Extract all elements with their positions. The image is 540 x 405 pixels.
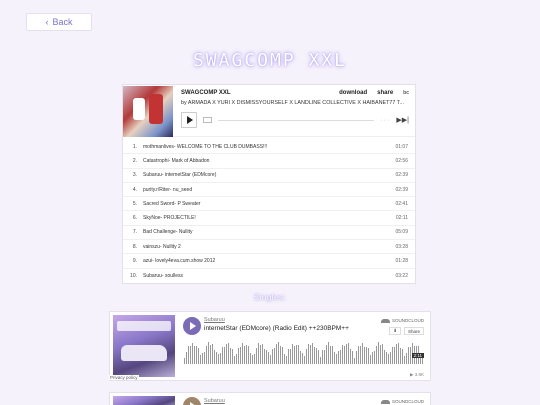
- download-button[interactable]: ⬇: [389, 327, 401, 335]
- track-num: 2.: [132, 157, 137, 164]
- progress-thumb[interactable]: [203, 117, 212, 123]
- track-row[interactable]: 2. Catastrophi- Mark of Abbadon 02:56: [123, 154, 415, 169]
- track-name: Bad Challenge- Nullity: [143, 229, 193, 236]
- download-link[interactable]: download: [339, 90, 367, 96]
- track-name: Subaruu- soulless: [143, 272, 184, 279]
- track-list: 1. mothmanlives- WELCOME TO THE CLUB DUMB…: [123, 137, 415, 283]
- singles-heading: Singles:: [253, 293, 287, 302]
- bandcamp-player: SWAGCOMP XXL download share bc by ARMADA…: [122, 84, 416, 284]
- chevron-left-icon: ‹: [45, 17, 49, 27]
- single-artist-link[interactable]: Subaruu: [204, 317, 225, 323]
- track-name: Catastrophi- Mark of Abbadon: [143, 157, 210, 164]
- soundcloud-logo[interactable]: SOUNDCLOUD: [380, 318, 424, 323]
- track-num: 8.: [132, 243, 137, 250]
- play-count: ▶ 3.8K: [410, 372, 424, 377]
- track-row[interactable]: 8. vainszu- Nullity 2 03:28: [123, 240, 415, 255]
- track-num: 1.: [132, 143, 137, 150]
- track-num: 3.: [132, 172, 137, 179]
- more-icon: ···: [380, 116, 391, 124]
- soundcloud-play-button-2[interactable]: [183, 397, 201, 405]
- track-name: mothmanlives- WELCOME TO THE CLUB DUMBAS…: [143, 143, 268, 150]
- track-num: 7.: [132, 229, 137, 236]
- waveform[interactable]: [184, 340, 426, 364]
- track-dur: 01:28: [395, 258, 408, 265]
- back-button[interactable]: ‹ Back: [26, 13, 92, 31]
- track-num: 4.: [132, 186, 137, 193]
- track-dur: 02:39: [395, 186, 408, 193]
- play-button[interactable]: [181, 112, 197, 128]
- duration-badge: 2:11: [411, 353, 424, 358]
- next-track-icon[interactable]: ▶▶|: [396, 116, 409, 124]
- soundcloud-embed-2: Subaruu SOUNDCLOUD: [109, 392, 431, 405]
- soundcloud-embed: Subaruu internetStar (EDMcore) (Radio Ed…: [109, 311, 431, 381]
- play-icon: [186, 116, 193, 124]
- track-row[interactable]: 6. SkyNoe- PROJECTILE! 02:11: [123, 211, 415, 226]
- track-row[interactable]: 1. mothmanlives- WELCOME TO THE CLUB DUMB…: [123, 140, 415, 155]
- back-label: Back: [52, 17, 73, 27]
- download-icon: ⬇: [393, 328, 397, 333]
- bandcamp-logo-icon[interactable]: bc: [403, 90, 409, 96]
- album-title[interactable]: SWAGCOMP XXL: [181, 90, 231, 96]
- track-name: Sacred Sword- P Sweater: [143, 200, 201, 207]
- track-dur: 03:22: [395, 272, 408, 279]
- track-dur: 02:41: [395, 200, 408, 207]
- soundcloud-logo-2[interactable]: SOUNDCLOUD: [380, 399, 424, 404]
- cloud-icon: [380, 318, 390, 323]
- album-byline: by ARMADA X YURI X DISMISSYOURSELF X LAN…: [181, 100, 404, 106]
- play-icon: [190, 322, 196, 330]
- single-artwork[interactable]: [113, 315, 175, 377]
- track-num: 6.: [132, 215, 137, 222]
- track-name: purity.r/Riter- nu_seed: [143, 186, 193, 193]
- track-num: 5.: [132, 200, 137, 207]
- track-row[interactable]: 5. Sacred Sword- P Sweater 02:41: [123, 197, 415, 212]
- track-name: vainszu- Nullity 2: [143, 243, 181, 250]
- track-name: Subaruu- internetStar (EDMcore): [143, 172, 217, 179]
- track-dur: 01:07: [395, 143, 408, 150]
- track-num: 9.: [132, 258, 137, 265]
- share-link[interactable]: share: [377, 90, 393, 96]
- track-dur: 05:09: [395, 229, 408, 236]
- track-num: 10.: [130, 272, 137, 279]
- cloud-icon: [380, 399, 390, 404]
- privacy-policy-link[interactable]: Privacy policy: [109, 375, 139, 380]
- track-row[interactable]: 9. azui- lovely4eva.cum.show 2012 01:28: [123, 254, 415, 269]
- track-dur: 03:28: [395, 243, 408, 250]
- share-button[interactable]: Share: [403, 327, 424, 335]
- page-title: SWAGCOMP XXL: [192, 50, 348, 71]
- single-artist-link-2[interactable]: Subaruu: [204, 398, 225, 404]
- track-row[interactable]: 4. purity.r/Riter- nu_seed 02:39: [123, 183, 415, 198]
- single-artwork-2[interactable]: [113, 396, 175, 405]
- album-cover[interactable]: [123, 86, 173, 137]
- track-row[interactable]: 10. Subaruu- soulless 03:22: [123, 269, 415, 283]
- single-title[interactable]: internetStar (EDMcore) (Radio Edit) ++23…: [204, 325, 349, 332]
- track-name: azui- lovely4eva.cum.show 2012: [143, 258, 216, 265]
- track-dur: 02:39: [395, 172, 408, 179]
- soundcloud-play-button[interactable]: [183, 317, 201, 335]
- track-dur: 02:56: [395, 157, 408, 164]
- share-label: Share: [407, 328, 420, 334]
- track-name: SkyNoe- PROJECTILE!: [143, 215, 196, 222]
- player-header: SWAGCOMP XXL download share bc by ARMADA…: [123, 85, 415, 137]
- track-row[interactable]: 7. Bad Challenge- Nullity 05:09: [123, 226, 415, 241]
- progress-bar[interactable]: [218, 119, 375, 121]
- track-dur: 02:11: [395, 215, 408, 222]
- track-row[interactable]: 3. Subaruu- internetStar (EDMcore) 02:39: [123, 169, 415, 183]
